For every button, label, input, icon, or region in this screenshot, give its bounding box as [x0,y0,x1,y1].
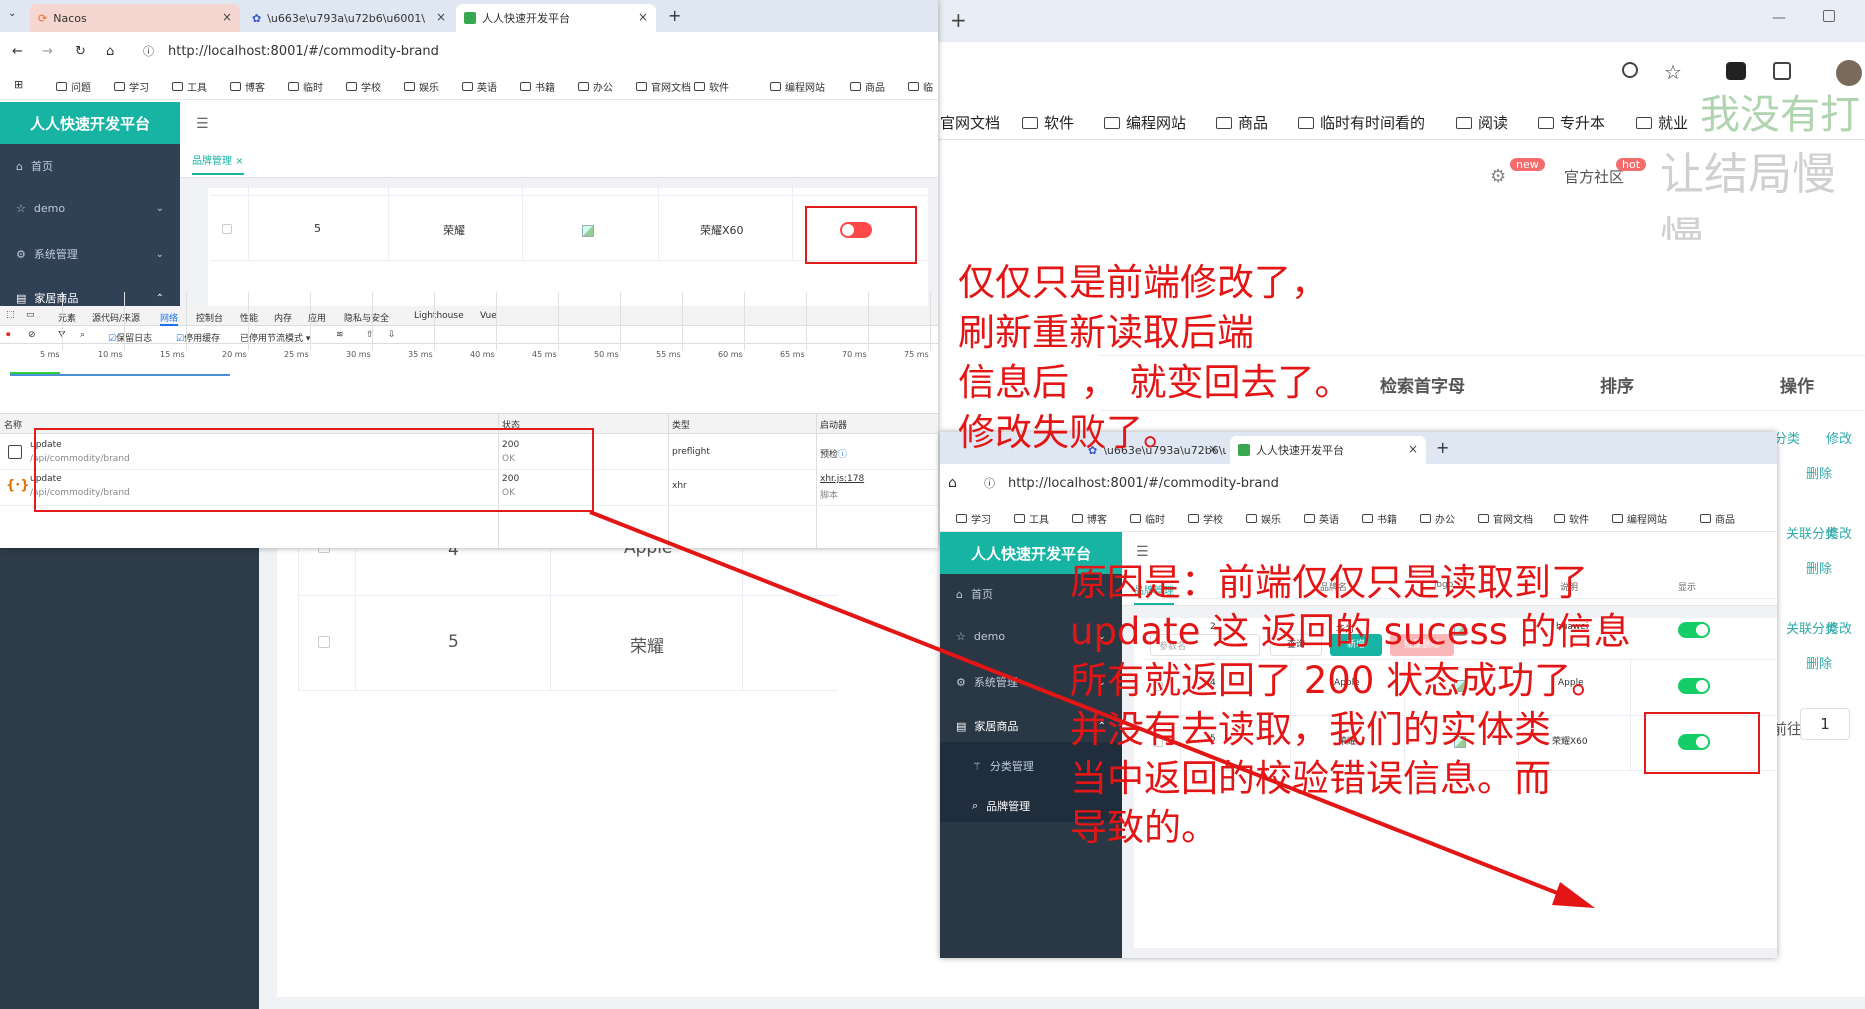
note-line: 当中返回的校验错误信息。而 [1070,757,1551,800]
note-line: 原因是：前端仅仅只是读取到了 [1070,561,1588,604]
note-line: 仅仅只是前端修改了， [958,261,1328,304]
note-line: 导致的。 [1070,806,1218,849]
note-line: 修改失败了。 [958,411,1180,454]
note-line: 所有就返回了 200 状态成功了。 [1070,659,1609,702]
note-line: update 这 返回的 sucess 的信息 [1070,610,1631,653]
annotation-note-1: 仅仅只是前端修改了， 刷新重新读取后端 信息后 ， 就变回去了。 修改失败了。 [958,258,1352,458]
arrow-head [1552,882,1595,908]
annotation-arrow [589,510,1595,908]
note-line: 并没有去读取，我们的实体类 [1070,708,1551,751]
note-line: 刷新重新读取后端 [958,311,1254,354]
annotation-note-2: 原因是：前端仅仅只是读取到了 update 这 返回的 sucess 的信息 所… [1070,558,1631,852]
note-line: 信息后 ， 就变回去了。 [958,361,1352,404]
